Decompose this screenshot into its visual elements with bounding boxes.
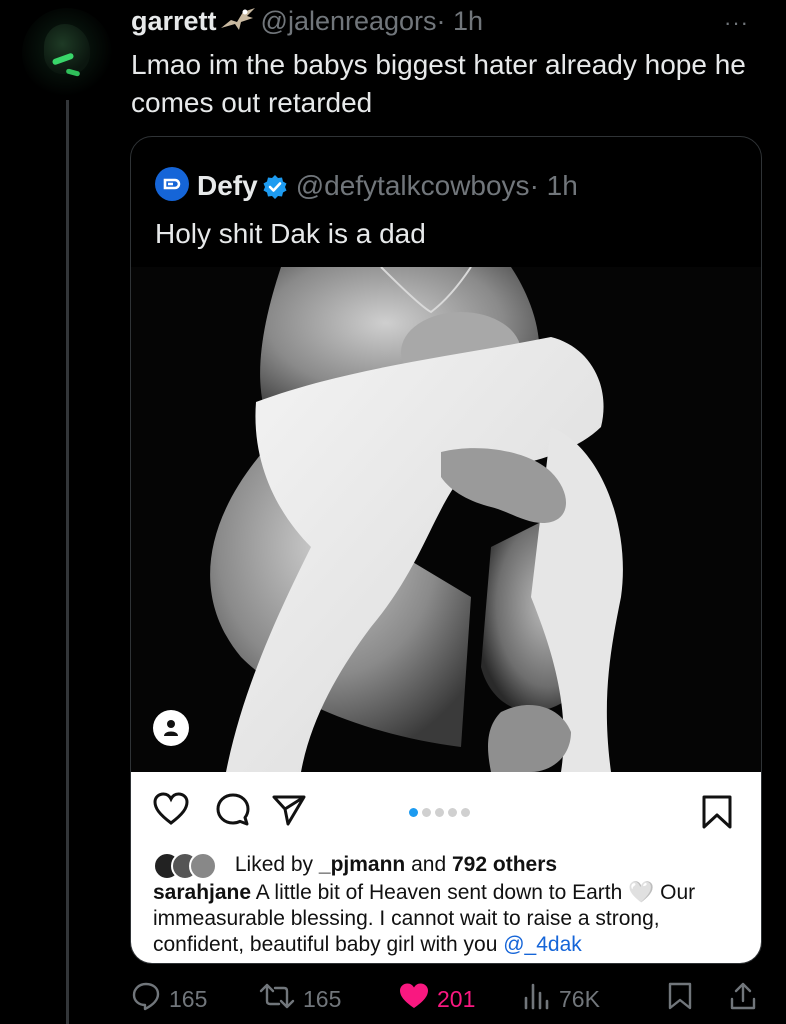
tweet-text: Lmao im the babys biggest hater already … <box>131 49 746 118</box>
quoted-tweet[interactable]: Defy @defytalkcowboys· 1h Holy shit Dak i… <box>130 136 762 964</box>
comment-icon[interactable] <box>215 792 251 833</box>
carousel-dot[interactable] <box>409 808 418 817</box>
carousel-dot[interactable] <box>448 808 457 817</box>
share-icon <box>729 981 757 1017</box>
tweet-header: garrett @jalenreagors· 1h <box>131 6 483 40</box>
share-button[interactable] <box>729 982 757 1016</box>
quote-text: Holy shit Dak is a dad <box>155 218 426 249</box>
timestamp: · 1h <box>436 6 484 36</box>
tweet-actions: 165 165 201 76K <box>131 982 771 1018</box>
avatar[interactable] <box>22 8 112 98</box>
author-name[interactable]: garrett <box>131 6 217 36</box>
more-icon[interactable]: ··· <box>724 10 749 36</box>
person-tag-icon[interactable] <box>153 710 189 746</box>
caption: sarahjane A little bit of Heaven sent do… <box>153 880 743 958</box>
liked-by-and: and <box>411 853 447 876</box>
carousel-dots <box>409 804 474 822</box>
retweet-icon <box>259 981 295 1017</box>
carousel-dot[interactable] <box>435 808 444 817</box>
helmet-graphic <box>44 24 90 74</box>
liked-by-user[interactable]: _pjmann <box>319 853 405 876</box>
quote-photo[interactable] <box>131 267 761 772</box>
retweet-count: 165 <box>303 985 342 1012</box>
quote-timestamp: · 1h <box>529 170 578 201</box>
caption-user[interactable]: sarahjane <box>153 881 251 904</box>
verified-badge-icon <box>262 174 288 208</box>
liker-avatars <box>153 852 229 880</box>
instagram-post-panel: Liked by _pjmann and 792 others sarahjan… <box>131 772 761 963</box>
like-count: 201 <box>437 985 476 1012</box>
heart-outline-icon[interactable] <box>153 792 189 831</box>
liked-by-row: Liked by _pjmann and 792 others <box>153 852 557 880</box>
bookmark-button[interactable] <box>667 982 693 1016</box>
reply-icon <box>131 981 161 1017</box>
caption-mention[interactable]: @_4dak <box>503 933 582 956</box>
eagle-icon <box>219 6 257 40</box>
heart-filled-icon <box>399 982 429 1016</box>
retweet-button[interactable]: 165 <box>259 982 341 1016</box>
reply-button[interactable]: 165 <box>131 982 207 1016</box>
defy-logo-icon <box>155 167 189 201</box>
like-button[interactable]: 201 <box>399 982 475 1016</box>
carousel-dot[interactable] <box>422 808 431 817</box>
photo-illustration <box>131 267 761 772</box>
quote-author-handle[interactable]: @defytalkcowboys <box>296 170 530 201</box>
views-button[interactable]: 76K <box>523 982 600 1016</box>
quote-author-name[interactable]: Defy <box>197 170 258 201</box>
thread-line <box>66 100 69 1024</box>
author-handle[interactable]: @jalenreagors <box>261 6 437 36</box>
quote-header: Defy @defytalkcowboys· 1h <box>155 167 578 208</box>
carousel-dot[interactable] <box>461 808 470 817</box>
reply-count: 165 <box>169 985 208 1012</box>
share-send-icon[interactable] <box>271 792 307 833</box>
liked-by-others[interactable]: 792 others <box>452 853 557 876</box>
views-chart-icon <box>523 981 551 1017</box>
liked-by-prefix: Liked by <box>234 853 314 876</box>
bookmark-icon[interactable] <box>701 794 733 835</box>
views-count: 76K <box>559 985 600 1012</box>
bookmark-icon <box>667 981 693 1017</box>
